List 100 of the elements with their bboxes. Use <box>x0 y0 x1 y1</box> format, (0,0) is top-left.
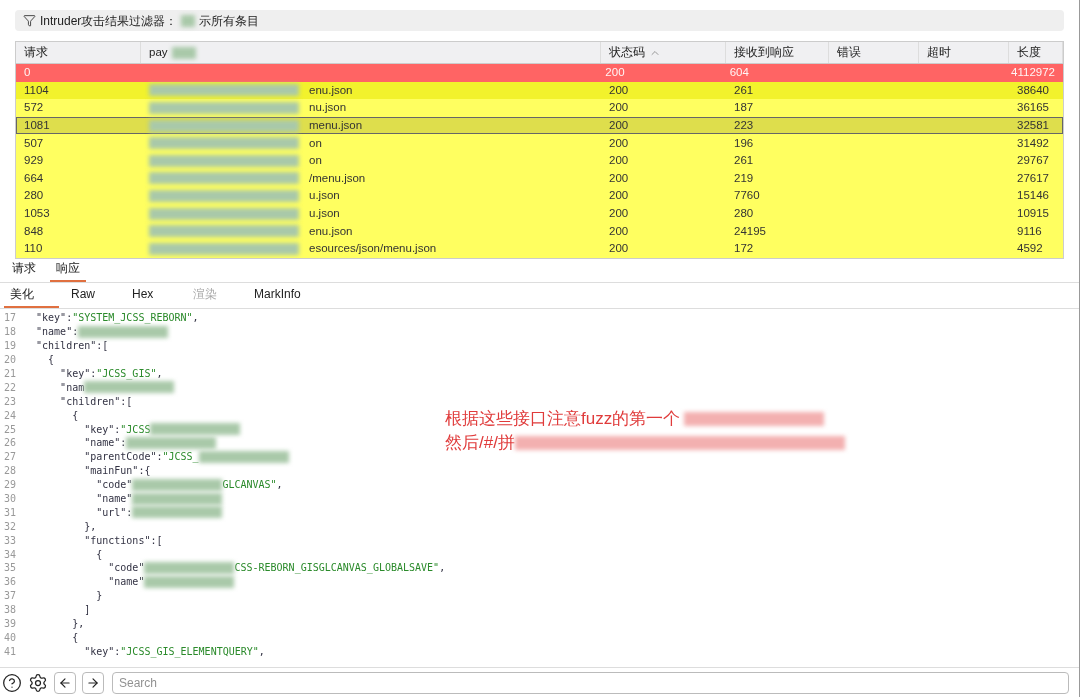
column-header[interactable]: 请求 <box>16 42 141 63</box>
filter-icon <box>23 14 36 27</box>
table-cell-text: 200 <box>609 170 629 186</box>
table-cell-text: 280 <box>24 188 44 204</box>
table-cell-text: 4592 <box>1017 241 1043 257</box>
column-header[interactable]: 错误 <box>829 42 919 63</box>
code-text: , <box>192 311 199 326</box>
forward-button[interactable] <box>82 671 104 694</box>
code-string: "SYSTEM_JCSS_REBORN" <box>72 311 193 326</box>
result-row[interactable]: 572 nu.json 200 187 36165 <box>16 99 1063 117</box>
table-cell-text: 0 <box>24 65 31 81</box>
table-cell-text: 38640 <box>1017 82 1049 98</box>
code-text: "key": <box>83 422 121 437</box>
table-cell-text: 200 <box>609 188 629 204</box>
code-text: , <box>258 644 265 659</box>
filter-bar[interactable]: Intruder攻击结果过滤器： 示所有条目 <box>15 10 1064 31</box>
view-tab[interactable]: MarkInfo <box>248 285 303 308</box>
line-number: 20 <box>3 353 18 368</box>
table-cell-text: 4112972 <box>1011 65 1055 81</box>
search-field[interactable]: Search <box>112 671 1069 694</box>
line-number: 30 <box>3 492 18 507</box>
table-cell-text: 929 <box>24 153 44 169</box>
table-cell-text: menu.json <box>309 117 363 133</box>
annotation-line: 然后/#/拼 <box>445 431 845 455</box>
line-number: 35 <box>3 561 18 576</box>
table-cell-text: 200 <box>609 241 629 257</box>
column-header[interactable]: 接收到响应 <box>726 42 829 63</box>
table-cell-text: 664 <box>24 170 44 186</box>
table-cell-text: 9116 <box>1017 223 1042 239</box>
line-number: 23 <box>3 394 18 409</box>
code-text: { <box>71 408 79 423</box>
code-string: "JCSS_GIS" <box>96 367 157 381</box>
line-number: 24 <box>3 408 18 423</box>
table-cell-text: 223 <box>734 117 754 133</box>
line-number: 28 <box>3 464 18 479</box>
line-number: 29 <box>3 478 18 493</box>
table-cell-text: 200 <box>609 82 629 98</box>
table-cell-text: 7760 <box>734 188 760 204</box>
code-text: "children":[ <box>35 339 109 354</box>
code-text: , <box>156 367 163 381</box>
code-text: ] <box>83 603 91 618</box>
help-icon[interactable] <box>2 672 22 693</box>
code-text: "name": <box>35 325 79 340</box>
table-cell-text: esources/json/menu.json <box>309 241 437 257</box>
table-cell-text: 200 <box>609 117 629 133</box>
table-cell-text: 36165 <box>1017 100 1049 116</box>
line-number: 37 <box>3 589 18 604</box>
column-header[interactable]: pay <box>141 42 601 63</box>
table-cell-text: 200 <box>609 100 629 116</box>
table-cell-text: /menu.json <box>309 170 366 186</box>
table-cell-text: 200 <box>609 153 629 169</box>
line-number: 38 <box>3 603 18 618</box>
code-text: "children":[ <box>59 394 133 409</box>
result-row[interactable]: 280 u.json 200 7760 15146 <box>16 187 1063 205</box>
filter-value: 示所有条目 <box>199 12 260 30</box>
table-cell-text: 1053 <box>24 205 50 221</box>
code-text: "parentCode": <box>83 450 163 465</box>
table-cell-text: 110 <box>24 241 43 257</box>
line-number: 31 <box>3 505 18 520</box>
column-header[interactable]: 状态码 <box>601 42 726 63</box>
line-number: 41 <box>3 644 18 659</box>
table-cell-text: 200 <box>609 205 629 221</box>
redaction-blur <box>171 46 196 59</box>
column-header[interactable]: 长度 <box>1009 42 1063 63</box>
table-cell-text: on <box>309 135 322 151</box>
panel-tab[interactable]: 响应 <box>50 259 86 282</box>
line-number: 19 <box>3 339 18 354</box>
column-header[interactable]: 超时 <box>919 42 1009 63</box>
table-cell-text: 196 <box>734 135 754 151</box>
code-text: "url": <box>95 505 133 520</box>
settings-icon[interactable] <box>28 672 48 693</box>
code-text: "key": <box>35 311 73 326</box>
code-text: , <box>439 561 446 576</box>
view-tab[interactable]: 美化 <box>4 285 59 308</box>
table-cell-text: 604 <box>729 65 749 81</box>
line-number: 27 <box>3 450 18 465</box>
table-cell-text: 200 <box>609 223 629 239</box>
line-number: 18 <box>3 325 18 340</box>
view-tab[interactable]: Raw <box>65 285 120 308</box>
code-text: "name": <box>83 436 127 451</box>
code-text: "code" <box>107 561 145 576</box>
table-cell-text: 261 <box>734 82 754 98</box>
line-number: 36 <box>3 575 18 590</box>
table-cell-text: 200 <box>605 65 625 81</box>
code-text: } <box>95 589 103 604</box>
table-cell-text: 219 <box>734 170 754 186</box>
code-text: "functions":[ <box>83 533 163 548</box>
view-tab[interactable]: Hex <box>126 285 181 308</box>
code-text: "key": <box>59 367 97 381</box>
panel-tab[interactable]: 请求 <box>6 259 42 282</box>
code-text: "name" <box>95 492 133 507</box>
back-button[interactable] <box>54 671 76 694</box>
table-cell-text: 200 <box>609 135 629 151</box>
result-row[interactable]: 848 enu.json 200 24195 9116 <box>16 222 1063 240</box>
code-text: "code" <box>95 478 133 493</box>
table-cell-text: 848 <box>24 223 44 239</box>
redaction-blur <box>181 14 196 27</box>
line-number: 33 <box>3 533 18 548</box>
line-number: 26 <box>3 436 18 451</box>
result-row[interactable]: 507 on 200 196 31492 <box>16 134 1063 152</box>
